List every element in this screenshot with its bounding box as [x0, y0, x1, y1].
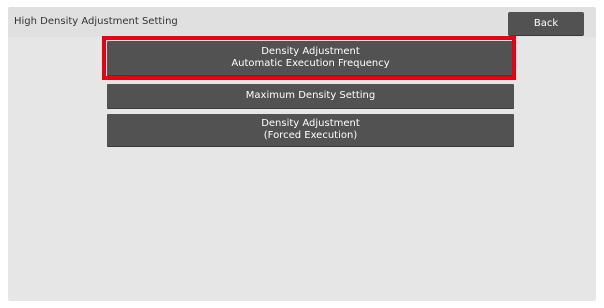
button-label-line1: Density Adjustment [261, 118, 360, 129]
button-label-line1: Maximum Density Setting [245, 90, 376, 101]
back-button[interactable]: Back [508, 12, 584, 35]
button-label-line1: Density Adjustment [261, 46, 360, 57]
settings-screen: High Density Adjustment Setting Back Den… [8, 7, 596, 301]
density-adjustment-frequency-button[interactable]: Density Adjustment Automatic Execution F… [107, 41, 514, 75]
maximum-density-setting-button[interactable]: Maximum Density Setting [107, 84, 514, 108]
button-label-line2: Automatic Execution Frequency [231, 58, 390, 69]
density-adjustment-forced-button[interactable]: Density Adjustment (Forced Execution) [107, 114, 514, 146]
page-title: High Density Adjustment Setting [14, 16, 178, 27]
header-bar: High Density Adjustment Setting Back [8, 7, 596, 37]
button-label-line2: (Forced Execution) [263, 130, 358, 141]
